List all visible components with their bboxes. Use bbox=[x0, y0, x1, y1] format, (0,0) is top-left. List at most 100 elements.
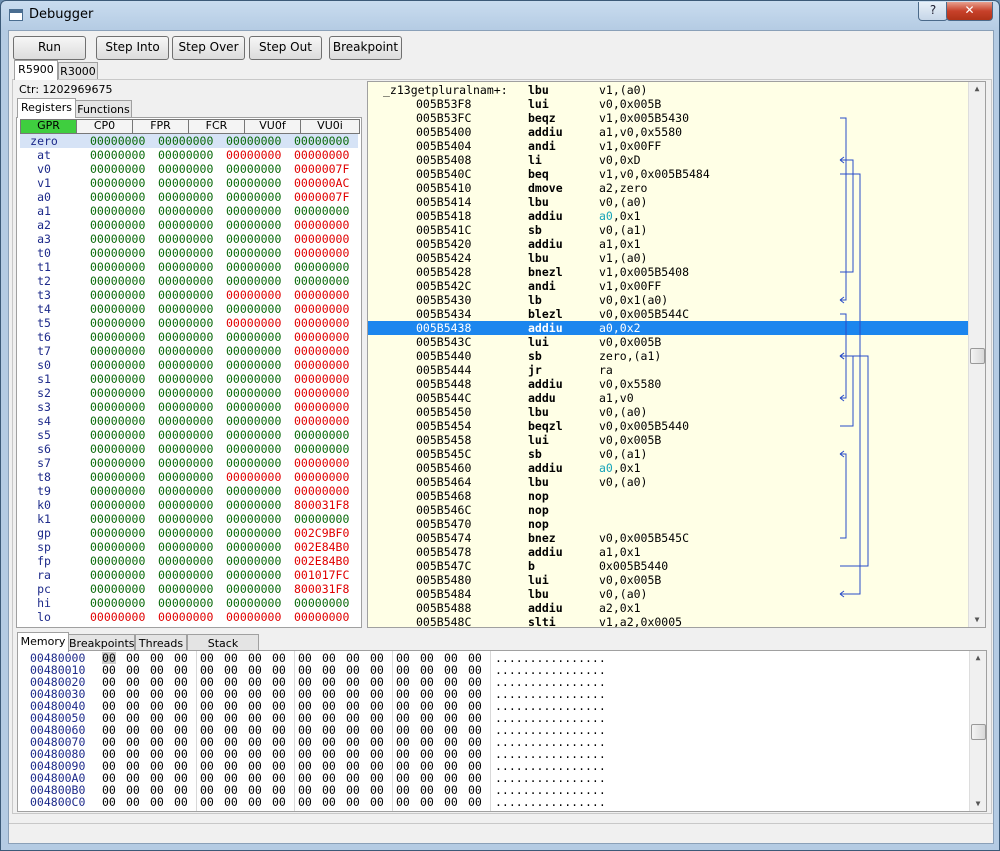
register-word[interactable]: 00000000 bbox=[158, 134, 213, 148]
register-word[interactable]: 00000000 bbox=[226, 288, 281, 302]
register-word[interactable]: 00000000 bbox=[158, 274, 213, 288]
register-word[interactable]: 00000000 bbox=[294, 330, 349, 344]
register-word[interactable]: 00000000 bbox=[90, 218, 145, 232]
register-row-s2[interactable]: s2 00000000 00000000 00000000 00000000 bbox=[20, 386, 358, 400]
memory-byte[interactable]: 00 bbox=[396, 796, 410, 808]
register-word[interactable]: 00000000 bbox=[226, 596, 281, 610]
register-word[interactable]: 00000000 bbox=[294, 610, 349, 624]
register-word[interactable]: 00000000 bbox=[90, 428, 145, 442]
register-word[interactable]: 00000000 bbox=[90, 162, 145, 176]
close-button[interactable]: ✕ bbox=[946, 2, 993, 21]
register-row-k0[interactable]: k0 00000000 00000000 00000000 800031F8 bbox=[20, 498, 358, 512]
register-word[interactable]: 00000000 bbox=[158, 512, 213, 526]
register-word[interactable]: 00000000 bbox=[158, 428, 213, 442]
register-word[interactable]: 00000000 bbox=[90, 148, 145, 162]
register-word[interactable]: 00000000 bbox=[294, 400, 349, 414]
register-word[interactable]: 00000000 bbox=[158, 372, 213, 386]
register-word[interactable]: 00000000 bbox=[294, 470, 349, 484]
register-word[interactable]: 00000000 bbox=[158, 148, 213, 162]
register-word[interactable]: 00000000 bbox=[158, 218, 213, 232]
register-word[interactable]: 00000000 bbox=[226, 610, 281, 624]
register-row-t9[interactable]: t9 00000000 00000000 00000000 00000000 bbox=[20, 484, 358, 498]
memory-ascii[interactable]: ................ bbox=[495, 796, 606, 808]
register-word[interactable]: 00000000 bbox=[158, 596, 213, 610]
memory-view[interactable]: 00480000 00 00 00 00 00 00 00 00 00 00 00 00 00 00 00 00… bbox=[17, 650, 987, 812]
register-row-sp[interactable]: sp 00000000 00000000 00000000 002E84B0 bbox=[20, 540, 358, 554]
tab-gpr[interactable]: GPR bbox=[20, 119, 77, 134]
register-row-ra[interactable]: ra 00000000 00000000 00000000 001017FC bbox=[20, 568, 358, 582]
register-word[interactable]: 00000000 bbox=[226, 442, 281, 456]
register-word[interactable]: 00000000 bbox=[90, 568, 145, 582]
memory-byte[interactable]: 00 bbox=[370, 796, 384, 808]
register-word[interactable]: 00000000 bbox=[226, 526, 281, 540]
register-word[interactable]: 00000000 bbox=[294, 442, 349, 456]
register-word[interactable]: 00000000 bbox=[158, 386, 213, 400]
memory-byte[interactable]: 00 bbox=[200, 796, 214, 808]
register-word[interactable]: 00000000 bbox=[90, 316, 145, 330]
register-row-t6[interactable]: t6 00000000 00000000 00000000 00000000 bbox=[20, 330, 358, 344]
tab-fpr[interactable]: FPR bbox=[132, 119, 189, 134]
register-word[interactable]: 00000000 bbox=[226, 400, 281, 414]
register-word[interactable]: 00000000 bbox=[226, 484, 281, 498]
register-row-s7[interactable]: s7 00000000 00000000 00000000 00000000 bbox=[20, 456, 358, 470]
register-word[interactable]: 00000000 bbox=[226, 232, 281, 246]
register-row-lo[interactable]: lo 00000000 00000000 00000000 00000000 bbox=[20, 610, 358, 624]
register-word[interactable]: 000000AC bbox=[294, 176, 349, 190]
memory-byte[interactable]: 00 bbox=[248, 796, 262, 808]
register-word[interactable]: 00000000 bbox=[294, 344, 349, 358]
register-word[interactable]: 00000000 bbox=[294, 596, 349, 610]
register-word[interactable]: 00000000 bbox=[294, 358, 349, 372]
scroll-up-icon[interactable]: ▲ bbox=[970, 651, 986, 665]
tab-vu0f[interactable]: VU0f bbox=[244, 119, 301, 134]
register-row-t4[interactable]: t4 00000000 00000000 00000000 00000000 bbox=[20, 302, 358, 316]
tab-r5900[interactable]: R5900 bbox=[14, 60, 58, 80]
memory-byte[interactable]: 00 bbox=[224, 796, 238, 808]
register-word[interactable]: 00000000 bbox=[226, 218, 281, 232]
register-word[interactable]: 00000000 bbox=[90, 470, 145, 484]
title-bar[interactable]: Debugger ? ✕ bbox=[1, 1, 999, 29]
register-word[interactable]: 00000000 bbox=[226, 176, 281, 190]
register-word[interactable]: 00000000 bbox=[90, 540, 145, 554]
register-word[interactable]: 00000000 bbox=[158, 470, 213, 484]
memory-byte[interactable]: 00 bbox=[444, 796, 458, 808]
tab-vu0i[interactable]: VU0i bbox=[300, 119, 360, 134]
register-word[interactable]: 002C9BF0 bbox=[294, 526, 349, 540]
register-row-t8[interactable]: t8 00000000 00000000 00000000 00000000 bbox=[20, 470, 358, 484]
register-word[interactable]: 00000000 bbox=[226, 428, 281, 442]
register-word[interactable]: 00000000 bbox=[90, 190, 145, 204]
register-word[interactable]: 00000000 bbox=[158, 204, 213, 218]
register-word[interactable]: 00000000 bbox=[226, 134, 281, 148]
step-over-button[interactable]: Step Over bbox=[172, 36, 245, 60]
register-word[interactable]: 00000000 bbox=[226, 246, 281, 260]
memory-scrollbar[interactable]: ▲ ▼ bbox=[969, 651, 986, 811]
memory-byte[interactable]: 00 bbox=[468, 796, 482, 808]
register-word[interactable]: 00000000 bbox=[226, 512, 281, 526]
register-word[interactable]: 00000000 bbox=[158, 316, 213, 330]
register-word[interactable]: 00000000 bbox=[90, 288, 145, 302]
register-row-a2[interactable]: a2 00000000 00000000 00000000 00000000 bbox=[20, 218, 358, 232]
register-word[interactable]: 00000000 bbox=[158, 456, 213, 470]
register-word[interactable]: 00000000 bbox=[294, 274, 349, 288]
memory-byte[interactable]: 00 bbox=[420, 796, 434, 808]
register-word[interactable]: 00000000 bbox=[90, 512, 145, 526]
register-word[interactable]: 00000000 bbox=[294, 484, 349, 498]
run-button[interactable]: Run bbox=[13, 36, 86, 60]
register-word[interactable]: 00000000 bbox=[226, 344, 281, 358]
register-word[interactable]: 00000000 bbox=[90, 554, 145, 568]
register-word[interactable]: 00000000 bbox=[158, 610, 213, 624]
register-word[interactable]: 00000000 bbox=[90, 260, 145, 274]
register-word[interactable]: 00000000 bbox=[158, 554, 213, 568]
help-button[interactable]: ? bbox=[918, 2, 948, 21]
register-word[interactable]: 00000000 bbox=[158, 442, 213, 456]
register-word[interactable]: 00000000 bbox=[226, 190, 281, 204]
register-word[interactable]: 00000000 bbox=[158, 540, 213, 554]
scroll-down-icon[interactable]: ▼ bbox=[970, 797, 986, 811]
register-word[interactable]: 00000000 bbox=[158, 176, 213, 190]
scroll-up-icon[interactable]: ▲ bbox=[969, 82, 985, 96]
register-word[interactable]: 00000000 bbox=[294, 204, 349, 218]
register-word[interactable]: 00000000 bbox=[294, 372, 349, 386]
register-word[interactable]: 00000000 bbox=[226, 568, 281, 582]
register-word[interactable]: 00000000 bbox=[90, 330, 145, 344]
register-list[interactable]: zero 00000000 00000000 00000000 00000000 at 00… bbox=[20, 134, 358, 624]
register-word[interactable]: 00000000 bbox=[294, 456, 349, 470]
